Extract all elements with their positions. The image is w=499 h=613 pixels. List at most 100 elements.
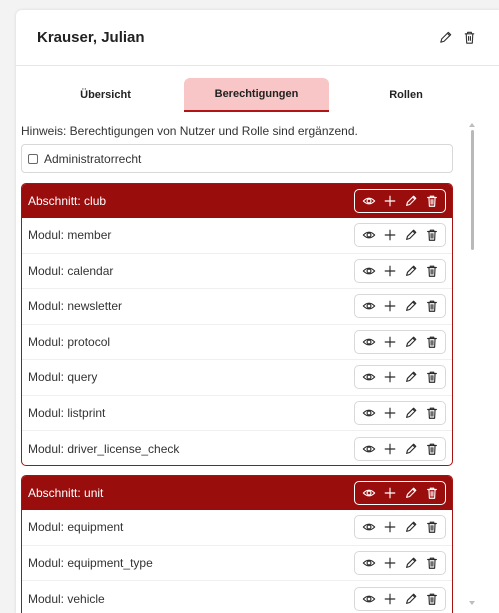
module-add-button[interactable] bbox=[380, 590, 399, 608]
module-label: Modul: protocol bbox=[28, 334, 111, 349]
module-edit-button[interactable] bbox=[401, 554, 420, 572]
scroll-down-arrow-icon[interactable] bbox=[469, 600, 475, 606]
pencil-icon bbox=[404, 556, 418, 570]
module-label: Modul: member bbox=[28, 228, 112, 243]
module-add-button[interactable] bbox=[380, 333, 399, 351]
pencil-icon bbox=[404, 592, 418, 606]
module-edit-button[interactable] bbox=[401, 226, 420, 244]
module-delete-button[interactable] bbox=[422, 226, 441, 244]
module-label: Modul: driver_license_check bbox=[28, 441, 180, 456]
module-view-button[interactable] bbox=[359, 440, 378, 458]
section-delete-button[interactable] bbox=[422, 192, 441, 210]
module-edit-button[interactable] bbox=[401, 297, 420, 315]
module-actions bbox=[354, 586, 446, 611]
tab-berechtigungen[interactable]: Berechtigungen bbox=[184, 78, 329, 112]
module-view-button[interactable] bbox=[359, 404, 378, 422]
section-edit-button[interactable] bbox=[401, 192, 420, 210]
module-edit-button[interactable] bbox=[401, 262, 420, 280]
module-actions bbox=[354, 258, 446, 283]
module-delete-button[interactable] bbox=[422, 440, 441, 458]
module-delete-button[interactable] bbox=[422, 333, 441, 351]
trash-icon bbox=[425, 556, 439, 570]
tab-rollen[interactable]: Rollen bbox=[346, 78, 466, 112]
plus-icon bbox=[383, 335, 397, 349]
module-actions bbox=[354, 329, 446, 354]
pencil-icon bbox=[404, 486, 418, 500]
module-edit-button[interactable] bbox=[401, 333, 420, 351]
plus-icon bbox=[383, 442, 397, 456]
module-add-button[interactable] bbox=[380, 404, 399, 422]
scroll-up-arrow-icon[interactable] bbox=[469, 122, 475, 128]
scrollbar-thumb[interactable] bbox=[471, 130, 474, 250]
module-edit-button[interactable] bbox=[401, 518, 420, 536]
module-row: Modul: newsletter bbox=[22, 289, 452, 325]
module-delete-button[interactable] bbox=[422, 297, 441, 315]
trash-icon bbox=[425, 194, 439, 208]
plus-icon bbox=[383, 520, 397, 534]
module-actions bbox=[354, 515, 446, 540]
module-actions bbox=[354, 365, 446, 390]
module-add-button[interactable] bbox=[380, 297, 399, 315]
module-actions bbox=[354, 400, 446, 425]
module-delete-button[interactable] bbox=[422, 554, 441, 572]
plus-icon bbox=[383, 556, 397, 570]
module-view-button[interactable] bbox=[359, 518, 378, 536]
module-view-button[interactable] bbox=[359, 226, 378, 244]
module-delete-button[interactable] bbox=[422, 368, 441, 386]
module-add-button[interactable] bbox=[380, 554, 399, 572]
section-club: Abschnitt: club Modul: member Modul: cal… bbox=[21, 183, 453, 466]
tab-bar: Übersicht Berechtigungen Rollen bbox=[16, 78, 499, 114]
tab-uebersicht[interactable]: Übersicht bbox=[49, 78, 162, 112]
trash-icon bbox=[464, 31, 474, 44]
pencil-icon bbox=[404, 335, 418, 349]
admin-label: Administratorrecht bbox=[44, 151, 142, 166]
module-add-button[interactable] bbox=[380, 226, 399, 244]
module-add-button[interactable] bbox=[380, 368, 399, 386]
module-view-button[interactable] bbox=[359, 554, 378, 572]
section-title: Abschnitt: club bbox=[28, 194, 107, 208]
module-add-button[interactable] bbox=[380, 262, 399, 280]
section-header: Abschnitt: unit bbox=[22, 476, 452, 510]
module-view-button[interactable] bbox=[359, 297, 378, 315]
module-add-button[interactable] bbox=[380, 518, 399, 536]
module-row: Modul: member bbox=[22, 218, 452, 254]
admin-checkbox[interactable] bbox=[28, 153, 38, 164]
module-edit-button[interactable] bbox=[401, 440, 420, 458]
module-delete-button[interactable] bbox=[422, 262, 441, 280]
section-delete-button[interactable] bbox=[422, 484, 441, 502]
module-delete-button[interactable] bbox=[422, 590, 441, 608]
page-title: Krauser, Julian bbox=[37, 29, 145, 46]
eye-icon bbox=[362, 228, 376, 242]
module-edit-button[interactable] bbox=[401, 368, 420, 386]
section-unit: Abschnitt: unit Modul: equipment Modul: … bbox=[21, 475, 453, 613]
edit-user-button[interactable] bbox=[437, 30, 453, 46]
plus-icon bbox=[383, 370, 397, 384]
module-edit-button[interactable] bbox=[401, 404, 420, 422]
module-label: Modul: newsletter bbox=[28, 299, 123, 314]
pencil-icon bbox=[404, 406, 418, 420]
section-view-button[interactable] bbox=[359, 192, 378, 210]
section-add-button[interactable] bbox=[380, 484, 399, 502]
module-add-button[interactable] bbox=[380, 440, 399, 458]
module-label: Modul: equipment bbox=[28, 520, 124, 535]
module-view-button[interactable] bbox=[359, 590, 378, 608]
admin-permission-checkbox-row[interactable]: Administratorrecht bbox=[21, 144, 453, 173]
module-view-button[interactable] bbox=[359, 262, 378, 280]
pencil-icon bbox=[404, 520, 418, 534]
module-view-button[interactable] bbox=[359, 333, 378, 351]
section-add-button[interactable] bbox=[380, 192, 399, 210]
section-view-button[interactable] bbox=[359, 484, 378, 502]
pencil-icon bbox=[404, 264, 418, 278]
module-label: Modul: query bbox=[28, 370, 98, 385]
module-edit-button[interactable] bbox=[401, 590, 420, 608]
module-actions bbox=[354, 294, 446, 319]
plus-icon bbox=[383, 194, 397, 208]
module-delete-button[interactable] bbox=[422, 518, 441, 536]
section-header: Abschnitt: club bbox=[22, 184, 452, 218]
module-view-button[interactable] bbox=[359, 368, 378, 386]
plus-icon bbox=[383, 228, 397, 242]
trash-icon bbox=[425, 592, 439, 606]
module-delete-button[interactable] bbox=[422, 404, 441, 422]
delete-user-button[interactable] bbox=[461, 30, 477, 46]
section-edit-button[interactable] bbox=[401, 484, 420, 502]
